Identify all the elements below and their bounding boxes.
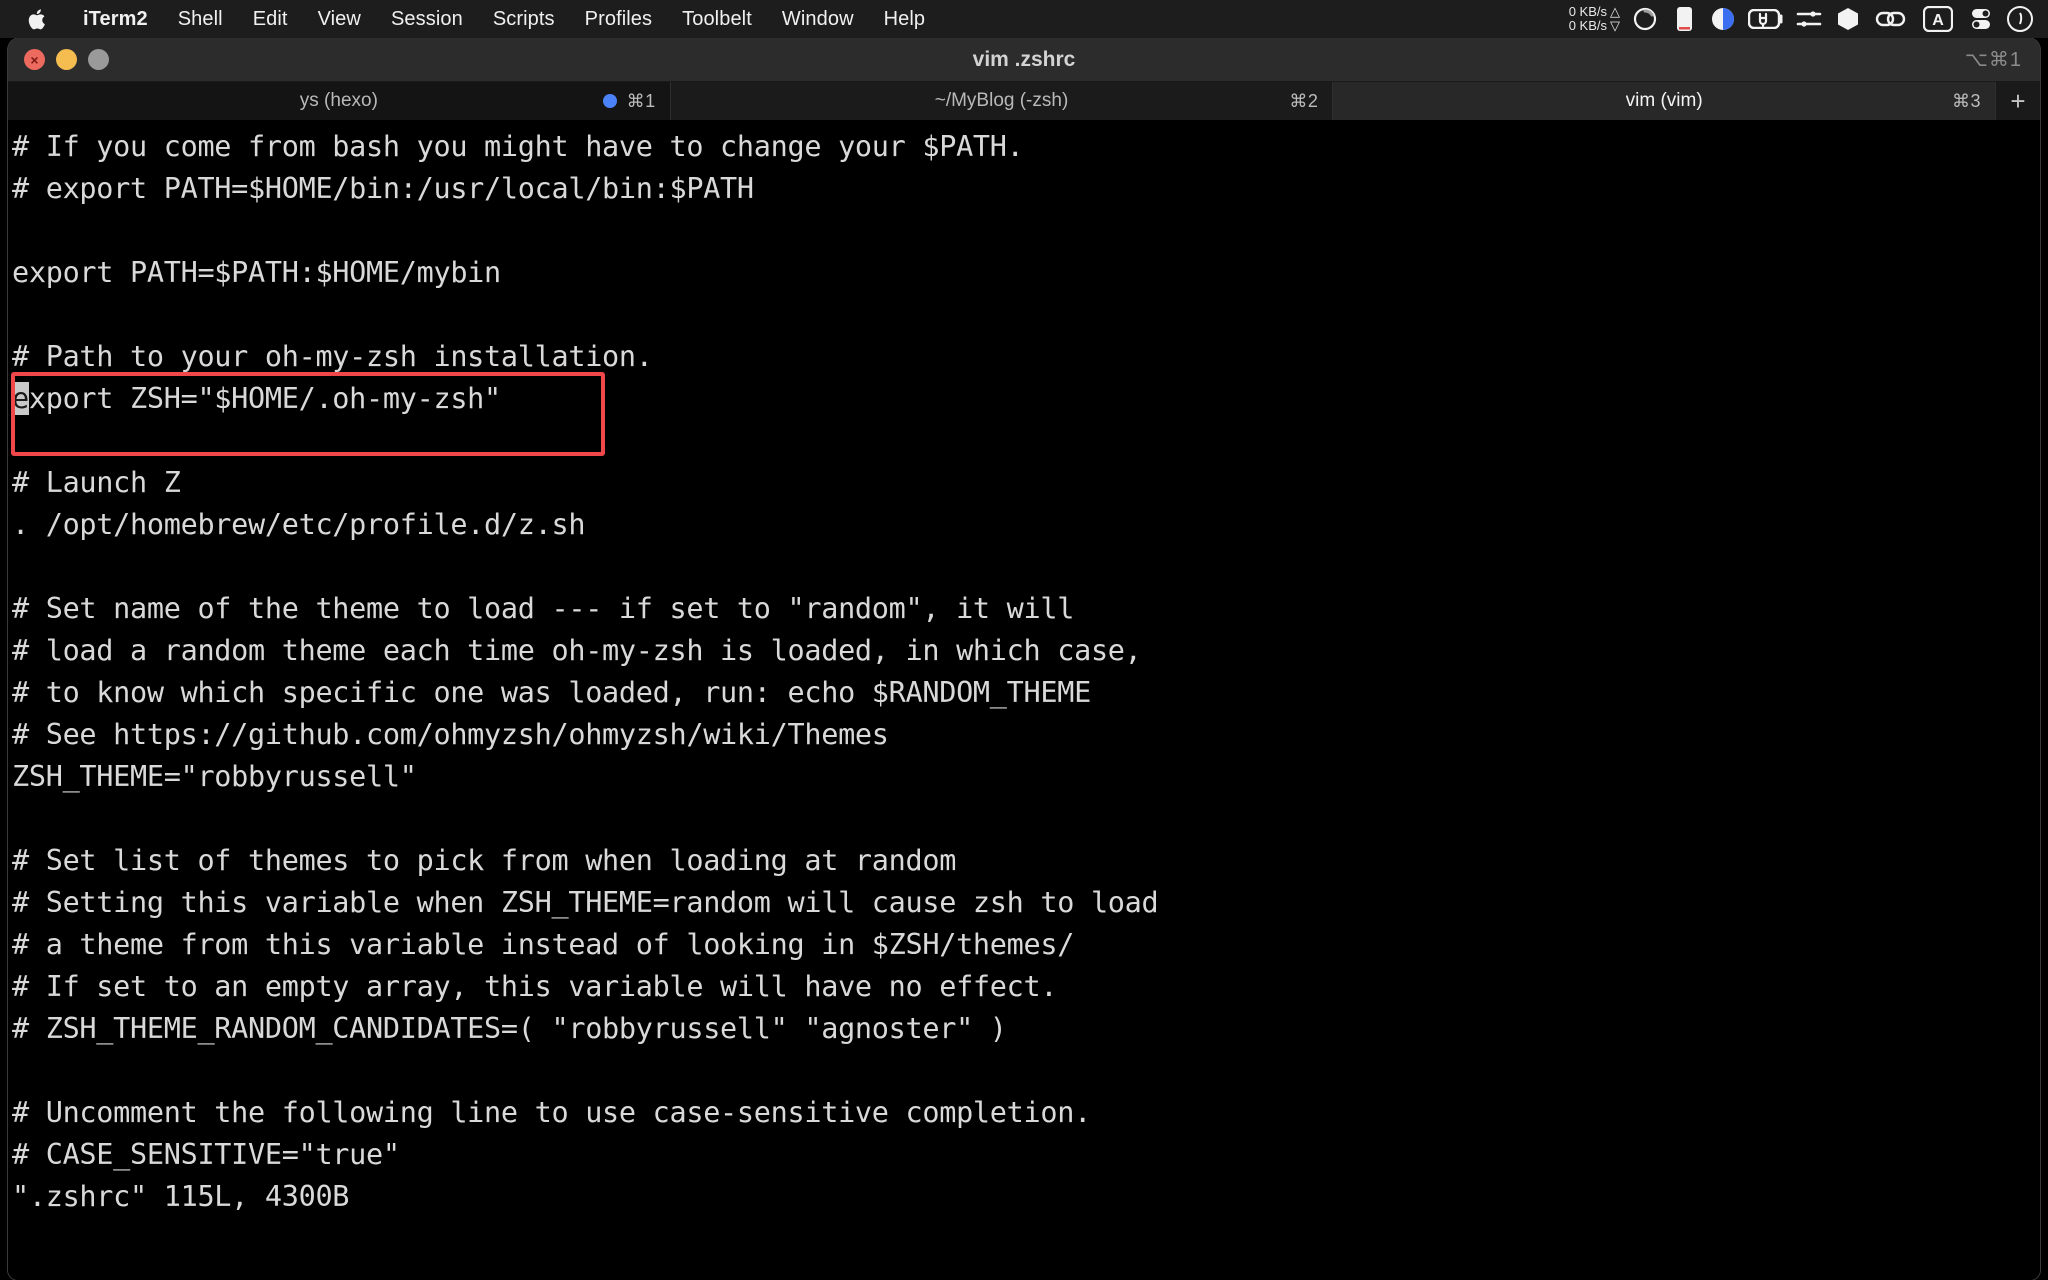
- tab-meta: ⌘1: [602, 90, 656, 112]
- tab-label: vim (vim): [1625, 90, 1703, 111]
- terminal-line: # ZSH_THEME_RANDOM_CANDIDATES=( "robbyru…: [12, 1012, 1007, 1045]
- control-center-icon[interactable]: [1967, 6, 1995, 32]
- terminal-line: # export PATH=$HOME/bin:/usr/local/bin:$…: [12, 172, 754, 205]
- close-button[interactable]: ×: [24, 49, 45, 70]
- terminal-line-rest: xport ZSH="$HOME/.oh-my-zsh": [28, 382, 501, 415]
- tab-label: ys (hexo): [299, 90, 378, 111]
- terminal-line: # See https://github.com/ohmyzsh/ohmyzsh…: [12, 718, 889, 751]
- iterm-window: × vim .zshrc ⌥⌘1 ys (hexo) ⌘1 ~/MyBlog (…: [8, 38, 2040, 1280]
- menu-item-view[interactable]: View: [303, 0, 376, 38]
- menu-item-toolbelt[interactable]: Toolbelt: [667, 0, 767, 38]
- terminal-line: # Uncomment the following line to use ca…: [12, 1096, 1091, 1129]
- menu-item-profiles[interactable]: Profiles: [570, 0, 668, 38]
- tab-label: ~/MyBlog (-zsh): [934, 90, 1069, 111]
- traffic-light-buttons: ×: [24, 49, 109, 70]
- menu-item-session[interactable]: Session: [376, 0, 478, 38]
- input-method-a-icon[interactable]: A: [1920, 6, 1956, 32]
- vim-block-cursor: e: [12, 382, 29, 415]
- terminal-status-line: ".zshrc" 115L, 4300B: [12, 1180, 350, 1213]
- tab-meta: ⌘2: [1289, 91, 1318, 112]
- tab-bar: ys (hexo) ⌘1 ~/MyBlog (-zsh) ⌘2 vim (vim…: [8, 82, 2040, 120]
- terminal-line: # Path to your oh-my-zsh installation.: [12, 340, 653, 373]
- terminal-line: # to know which specific one was loaded,…: [12, 676, 1091, 709]
- tab-myblog-zsh[interactable]: ~/MyBlog (-zsh) ⌘2: [670, 82, 1334, 120]
- display-brightness-icon[interactable]: [1670, 6, 1698, 32]
- terminal-line-highlighted: . /opt/homebrew/etc/profile.d/z.sh: [12, 508, 586, 541]
- svg-text:A: A: [1932, 12, 1944, 29]
- new-tab-button[interactable]: +: [1996, 82, 2040, 120]
- terminal-line: # CASE_SENSITIVE="true": [12, 1138, 400, 1171]
- terminal-line: # load a random theme each time oh-my-zs…: [12, 634, 1142, 667]
- tab-ys-hexo[interactable]: ys (hexo) ⌘1: [8, 82, 671, 120]
- terminal-content[interactable]: # If you come from bash you might have t…: [8, 120, 2040, 1280]
- close-icon: ×: [30, 51, 39, 68]
- tab-shortcut: ⌘1: [626, 90, 656, 111]
- window-title: vim .zshrc: [972, 47, 1076, 71]
- minimize-button[interactable]: [56, 49, 77, 70]
- terminal-line: # Set name of the theme to load --- if s…: [12, 592, 1075, 625]
- window-titlebar[interactable]: × vim .zshrc ⌥⌘1: [8, 38, 2040, 82]
- terminal-line-highlighted: # Launch Z: [12, 466, 181, 499]
- upload-speed-value: 0 KB/s: [1568, 4, 1607, 19]
- battery-charging-icon[interactable]: [1748, 6, 1784, 32]
- menu-item-scripts[interactable]: Scripts: [478, 0, 570, 38]
- menu-bar-status-items: 0 KB/s △ 0 KB/s ▽ A: [1569, 0, 2048, 38]
- terminal-line: # If set to an empty array, this variabl…: [12, 970, 1058, 1003]
- terminal-line: ZSH_THEME="robbyrussell": [12, 760, 417, 793]
- apple-logo-icon[interactable]: [26, 7, 46, 31]
- terminal-line: # Set list of themes to pick from when l…: [12, 844, 957, 877]
- activity-monitor-icon[interactable]: [1631, 6, 1659, 32]
- download-arrow-icon: ▽: [1610, 18, 1620, 33]
- macos-menu-bar: iTerm2 Shell Edit View Session Scripts P…: [0, 0, 2048, 38]
- download-speed-value: 0 KB/s: [1568, 18, 1607, 33]
- network-speed-indicator[interactable]: 0 KB/s △ 0 KB/s ▽: [1569, 5, 1620, 33]
- maximize-button[interactable]: [88, 49, 109, 70]
- menu-item-window[interactable]: Window: [767, 0, 869, 38]
- terminal-line: # If you come from bash you might have t…: [12, 130, 1024, 163]
- control-sliders-icon[interactable]: [1795, 6, 1823, 32]
- terminal-line: # Setting this variable when ZSH_THEME=r…: [12, 886, 1159, 919]
- tab-meta: ⌘3: [1952, 91, 1981, 112]
- tab-shortcut: ⌘3: [1952, 90, 1982, 111]
- tab-shortcut: ⌘2: [1289, 90, 1319, 111]
- half-moon-indicator-icon[interactable]: [1709, 6, 1737, 32]
- dropbox-icon[interactable]: [1834, 6, 1862, 32]
- terminal-line-with-cursor: export ZSH="$HOME/.oh-my-zsh": [12, 378, 2040, 420]
- menu-item-iterm2[interactable]: iTerm2: [68, 0, 163, 38]
- siri-icon[interactable]: [2006, 6, 2034, 32]
- menu-item-shell[interactable]: Shell: [163, 0, 238, 38]
- tab-activity-dot-icon: [602, 94, 617, 108]
- terminal-line: export PATH=$PATH:$HOME/mybin: [12, 256, 501, 289]
- menu-item-edit[interactable]: Edit: [238, 0, 303, 38]
- terminal-line: # a theme from this variable instead of …: [12, 928, 1075, 961]
- window-shortcut-label: ⌥⌘1: [1964, 49, 2022, 71]
- link-icon[interactable]: [1873, 6, 1909, 32]
- upload-arrow-icon: △: [1610, 4, 1620, 19]
- menu-item-help[interactable]: Help: [869, 0, 941, 38]
- menu-bar-items: iTerm2 Shell Edit View Session Scripts P…: [0, 0, 940, 38]
- tab-vim[interactable]: vim (vim) ⌘3: [1333, 82, 1997, 120]
